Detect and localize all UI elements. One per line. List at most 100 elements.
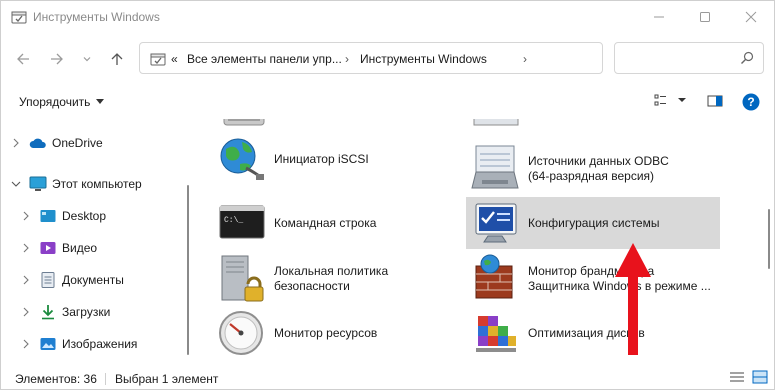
tile-local-security-policy[interactable]: Локальная политика безопасности [212,251,458,307]
nav-item-documents[interactable]: Документы [21,268,124,292]
forward-button[interactable] [45,45,69,73]
title-bar: Инструменты Windows [1,1,774,33]
preview-pane-button[interactable] [707,93,723,112]
sort-button[interactable]: Упорядочить [19,95,105,109]
tiles-view-icon [752,370,768,384]
tile-iscsi-initiator[interactable]: Инициатор iSCSI [212,133,458,185]
maximize-button[interactable] [682,1,728,33]
nav-item-pictures[interactable]: Изображения [21,332,137,356]
details-view-icon [654,94,686,106]
details-view-icon [730,372,744,382]
tile-label: Инициатор iSCSI [274,151,369,166]
view-options-button[interactable] [654,93,690,112]
tile-disk-optimization[interactable]: Оптимизация дисков [466,307,716,359]
tile-label: Монитор ресурсов [274,325,378,340]
nav-item-label: OneDrive [52,136,103,150]
tile-system-configuration[interactable]: Конфигурация системы [466,197,720,249]
gauge-icon [216,308,266,358]
recent-locations-button[interactable] [77,45,97,73]
console-icon: C:\_ [216,198,266,248]
nav-item-label: Desktop [62,209,107,223]
tile-label: Источники данных ODBC (64-разрядная верс… [528,154,669,183]
chevron-down-icon [83,57,91,62]
breadcrumb-separator[interactable]: › [523,52,527,66]
breadcrumb-control-panel[interactable]: Все элементы панели упр... [187,52,342,66]
breadcrumb-separator[interactable]: › [345,52,349,66]
nav-item-downloads[interactable]: Загрузки [21,300,110,324]
system-config-icon [470,198,520,248]
breadcrumb-windows-tools[interactable]: Инструменты Windows [360,52,487,66]
chevron-right-icon[interactable] [21,211,31,221]
nav-item-this-pc[interactable]: Этот компьютер [11,172,142,196]
nav-item-desktop[interactable]: Desktop [21,204,106,228]
odbc-partial-icon [473,119,519,126]
sort-label: Упорядочить [19,95,91,109]
up-button[interactable] [105,45,129,73]
arrow-up-icon [111,53,123,65]
nav-item-label: Загрузки [62,305,111,319]
search-box[interactable] [614,42,764,74]
tile-label: Монитор брандмауэра Защитника Windows в … [528,264,711,293]
tile-label: Оптимизация дисков [528,325,645,340]
selection-count: Выбран 1 элемент [115,372,219,386]
svg-text:C:\_: C:\_ [224,216,243,225]
tile-command-prompt[interactable]: C:\_ Командная строка [212,197,458,249]
video-icon [39,240,57,256]
arrow-left-icon [17,53,29,65]
maximize-icon [700,12,710,22]
address-bar[interactable]: « Все элементы панели упр... › Инструмен… [139,42,603,74]
preview-pane-icon [707,95,723,107]
items-scrollbar[interactable] [764,119,774,367]
documents-icon [39,272,57,288]
globe-icon [216,134,266,184]
tools-folder-icon [11,11,27,24]
defrag-icon [470,308,520,358]
search-icon [741,51,754,64]
tile-label: Локальная политика безопасности [274,264,389,293]
tile-label: Командная строка [274,215,377,230]
scrollbar-thumb[interactable] [768,209,770,269]
back-button[interactable] [11,45,35,73]
status-bar: Элементов: 36 Выбран 1 элемент [1,367,774,389]
nav-item-onedrive[interactable]: OneDrive [11,131,103,155]
downloads-icon [39,304,57,320]
explorer-window: Инструменты Windows « Все элементы панел… [0,0,775,390]
close-icon [745,11,757,23]
items-view: Инициатор iSCSI Источники данных ODBC (6… [198,119,762,367]
pictures-icon [39,336,57,352]
drive-icon [223,119,265,126]
nav-item-videos[interactable]: Видео [21,236,97,260]
command-bar: Упорядочить ? [1,87,774,117]
tools-folder-icon [150,53,166,66]
chevron-right-icon[interactable] [21,275,31,285]
chevron-right-icon[interactable] [21,307,31,317]
tile-resource-monitor[interactable]: Монитор ресурсов [212,307,458,359]
nav-item-label: Видео [62,241,98,255]
chevron-down-icon[interactable] [11,180,21,188]
navigation-scrollbar[interactable] [183,119,193,367]
chevron-right-icon[interactable] [21,339,31,349]
status-divider [105,373,106,385]
item-count: Элементов: 36 [15,372,97,386]
desktop-icon [39,208,57,224]
tile-label: Конфигурация системы [528,215,660,230]
details-view-toggle[interactable] [729,370,745,387]
minimize-button[interactable] [636,1,682,33]
svg-text:?: ? [747,95,754,109]
chevron-right-icon[interactable] [11,138,21,148]
nav-item-label: Документы [62,273,124,287]
odbc-icon [470,144,520,194]
breadcrumb-overflow[interactable]: « [171,52,178,66]
close-button[interactable] [728,1,774,33]
tiles-view-toggle[interactable] [752,370,768,387]
scrollbar-thumb[interactable] [187,185,189,355]
nav-item-label: Изображения [62,337,138,351]
help-icon: ? [742,93,760,111]
caret-down-icon [96,99,105,104]
tile-defender-firewall-monitor[interactable]: Монитор брандмауэра Защитника Windows в … [466,251,756,307]
firewall-icon [470,254,520,304]
tile-odbc-64[interactable]: Источники данных ODBC (64-разрядная верс… [466,141,716,197]
chevron-right-icon[interactable] [21,243,31,253]
nav-item-label: Этот компьютер [52,177,142,191]
help-button[interactable]: ? [742,93,760,114]
